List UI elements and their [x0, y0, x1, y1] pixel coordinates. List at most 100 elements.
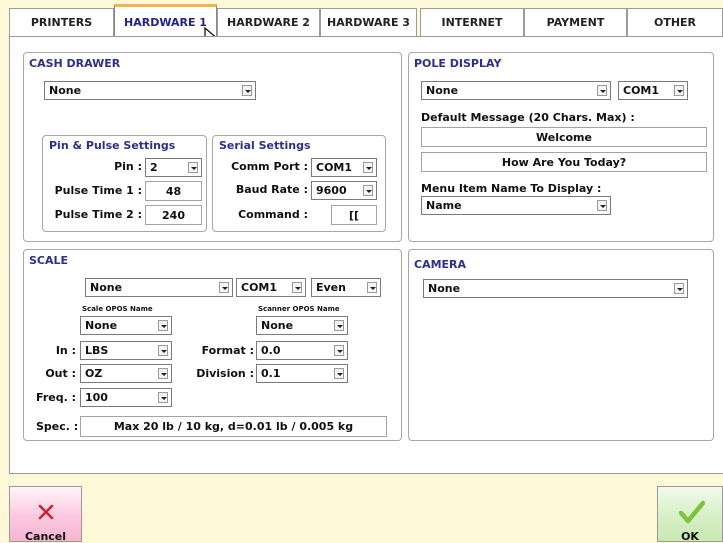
tab-hardware-2[interactable]: HARDWARE 2 [217, 8, 320, 36]
chevron-down-icon [158, 392, 168, 403]
chevron-down-icon [242, 85, 252, 96]
comm-port-value: COM1 [316, 161, 353, 174]
out-unit-select[interactable]: OZ [80, 364, 172, 383]
chevron-down-icon [597, 85, 607, 96]
pole-display-device-value: None [426, 84, 459, 97]
tab-hardware-3[interactable]: HARDWARE 3 [320, 8, 417, 36]
out-unit-value: OZ [85, 367, 103, 380]
pin-pulse-title: Pin & Pulse Settings [49, 139, 176, 152]
tab-printers[interactable]: PRINTERS [9, 8, 114, 36]
scale-parity-value: Even [316, 281, 346, 294]
format-select[interactable]: 0.0 [256, 341, 348, 360]
pulse-time-2-label: Pulse Time 2 : [54, 208, 142, 221]
ok-label: OK [681, 530, 699, 543]
pulse-time-2-input[interactable]: 240 [145, 205, 202, 225]
command-input[interactable]: [[ [331, 205, 377, 225]
tab-internet[interactable]: INTERNET [420, 8, 524, 36]
in-label: In : [55, 344, 76, 357]
chevron-down-icon [158, 345, 168, 356]
chevron-down-icon [363, 185, 373, 196]
scale-parity-select[interactable]: Even [311, 278, 381, 297]
pole-display-port-select[interactable]: COM1 [618, 81, 688, 100]
division-select[interactable]: 0.1 [256, 364, 348, 383]
chevron-down-icon [363, 162, 373, 173]
menu-item-name-value: Name [426, 199, 462, 212]
baud-rate-value: 9600 [316, 184, 347, 197]
close-icon [38, 504, 54, 520]
scale-opos-select[interactable]: None [80, 316, 172, 335]
division-value: 0.1 [261, 367, 281, 380]
out-label: Out : [45, 367, 76, 380]
chevron-down-icon [674, 85, 684, 96]
comm-port-label: Comm Port : [231, 160, 308, 173]
spec-label: Spec. : [36, 420, 79, 433]
scanner-opos-value: None [261, 319, 294, 332]
pole-message-line-2[interactable]: How Are You Today? [421, 152, 707, 172]
format-value: 0.0 [261, 344, 281, 357]
scale-group: SCALE None COM1 Even Scale OPOS Name Non… [23, 249, 402, 441]
spec-input[interactable]: Max 20 lb / 10 kg, d=0.01 lb / 0.005 kg [80, 416, 387, 437]
serial-settings-title: Serial Settings [219, 139, 311, 152]
scale-device-value: None [90, 281, 123, 294]
baud-rate-select[interactable]: 9600 [311, 181, 377, 200]
chevron-down-icon [158, 368, 168, 379]
scanner-opos-select[interactable]: None [256, 316, 348, 335]
freq-label: Freq. : [36, 391, 76, 404]
cash-drawer-device-select[interactable]: None [44, 81, 256, 100]
chevron-down-icon [334, 368, 344, 379]
tab-other[interactable]: OTHER [627, 8, 723, 36]
serial-settings-group: Serial Settings Comm Port : COM1 Baud Ra… [212, 135, 386, 232]
pin-label: Pin : [114, 160, 142, 173]
freq-select[interactable]: 100 [80, 388, 172, 407]
scale-port-select[interactable]: COM1 [236, 278, 306, 297]
menu-item-name-label: Menu Item Name To Display : [421, 182, 602, 195]
chevron-down-icon [292, 282, 302, 293]
camera-device-value: None [428, 282, 461, 295]
tab-hardware-1[interactable]: HARDWARE 1 [114, 4, 217, 37]
chevron-down-icon [597, 200, 607, 211]
pulse-time-1-label: Pulse Time 1 : [54, 184, 142, 197]
chevron-down-icon [334, 320, 344, 331]
pole-message-line-1[interactable]: Welcome [421, 127, 707, 147]
scale-opos-name-label: Scale OPOS Name [82, 305, 153, 313]
pole-display-title: POLE DISPLAY [414, 57, 502, 70]
pole-display-device-select[interactable]: None [421, 81, 611, 100]
format-label: Format : [201, 344, 254, 357]
freq-value: 100 [85, 391, 108, 404]
camera-group: CAMERA None [408, 249, 714, 441]
chevron-down-icon [334, 345, 344, 356]
scale-title: SCALE [29, 254, 69, 267]
pin-value: 2 [150, 161, 158, 174]
scale-opos-value: None [85, 319, 118, 332]
pole-display-port-value: COM1 [623, 84, 660, 97]
cash-drawer-device-value: None [49, 84, 82, 97]
pin-select[interactable]: 2 [145, 158, 202, 177]
baud-rate-label: Baud Rate : [235, 183, 308, 196]
cancel-label: Cancel [24, 530, 67, 543]
scale-device-select[interactable]: None [85, 278, 233, 297]
pin-pulse-settings-group: Pin & Pulse Settings Pin : 2 Pulse Time … [42, 135, 207, 232]
default-message-label: Default Message (20 Chars. Max) : [421, 111, 635, 124]
pole-display-group: POLE DISPLAY None COM1 Default Message (… [408, 52, 714, 242]
chevron-down-icon [188, 162, 198, 173]
division-label: Division : [196, 367, 254, 380]
chevron-down-icon [674, 283, 684, 294]
chevron-down-icon [367, 282, 377, 293]
cash-drawer-title: CASH DRAWER [29, 57, 121, 70]
menu-item-name-select[interactable]: Name [421, 196, 611, 215]
chevron-down-icon [219, 282, 229, 293]
cancel-button[interactable]: Cancel [9, 486, 82, 543]
scanner-opos-name-label: Scanner OPOS Name [258, 305, 340, 313]
tab-payment[interactable]: PAYMENT [524, 8, 627, 36]
camera-title: CAMERA [414, 258, 467, 271]
checkmark-icon [679, 500, 705, 524]
pulse-time-1-input[interactable]: 48 [145, 181, 202, 201]
comm-port-select[interactable]: COM1 [311, 158, 377, 177]
camera-device-select[interactable]: None [423, 279, 688, 298]
in-unit-select[interactable]: LBS [80, 341, 172, 360]
ok-button[interactable]: OK [657, 486, 723, 543]
cash-drawer-group: CASH DRAWER None Pin & Pulse Settings Pi… [23, 52, 402, 242]
command-label: Command : [238, 208, 308, 221]
chevron-down-icon [158, 320, 168, 331]
scale-port-value: COM1 [241, 281, 278, 294]
